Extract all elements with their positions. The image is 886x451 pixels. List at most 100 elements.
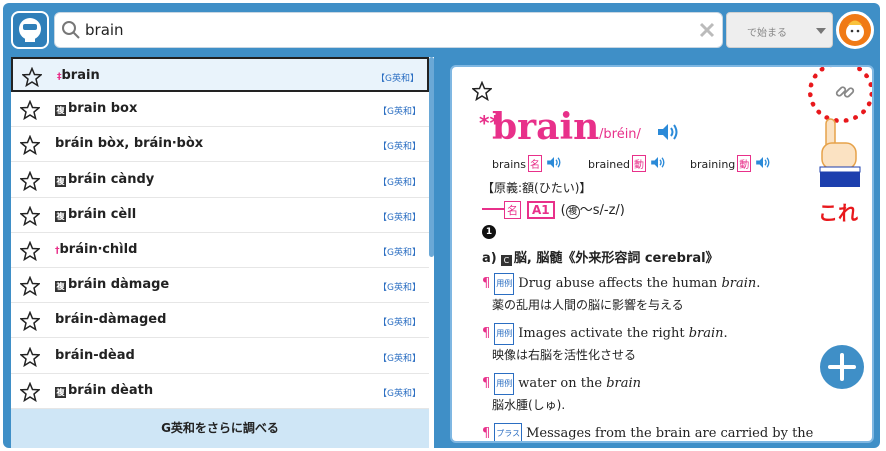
list-item-term: 複 bráin càndy <box>55 172 154 187</box>
list-item-term: ‡brain <box>57 68 100 83</box>
example-en-pre: Drug abuse affects the human <box>518 276 722 291</box>
plural-note: 〜s/-z/ <box>579 203 620 218</box>
dictionary-tag: 【G英和】 <box>378 283 421 294</box>
example-en-line: ¶ プラス Messages from the brain are carried … <box>482 423 813 441</box>
example-en-em: brain <box>721 276 757 291</box>
list-item[interactable]: bráin-dàmaged 【G英和】 <box>11 303 429 339</box>
speaker-icon[interactable] <box>545 155 563 173</box>
favorite-star-icon[interactable] <box>19 310 41 335</box>
term-text: bráin cèll <box>68 206 137 222</box>
pilcrow: ¶ <box>482 326 491 341</box>
compound-icon: 複 <box>55 105 66 117</box>
list-item[interactable]: 複 bráin dàmage 【G英和】 <box>11 268 429 304</box>
search-input[interactable] <box>85 18 685 42</box>
list-item-term: bráin bòx, bráin‧bòx <box>55 136 203 151</box>
example-en-post: . <box>723 326 728 341</box>
example-ja: 脳水腫(しゅ). <box>492 398 566 412</box>
example-en: Messages from the brain are carried by t… <box>526 426 813 441</box>
example-ja: 映像は右脳を活性化させる <box>492 348 637 362</box>
dictionary-tag: 【G英和】 <box>378 353 421 364</box>
compound-icon: 複 <box>55 210 66 222</box>
term-text: brain box <box>68 101 138 117</box>
app-frame: で始まる ‡brain【G英和】複brain box【G英和】bráin bòx… <box>3 3 880 448</box>
dictionary-tag: 【G英和】 <box>378 212 421 223</box>
favorite-star-icon[interactable] <box>19 170 41 195</box>
dictionary-tag: 【G英和】 <box>376 74 419 84</box>
favorite-star-icon[interactable] <box>19 381 41 406</box>
search-mode-label: で始まる <box>747 28 787 39</box>
pos-label: 名 <box>504 201 521 219</box>
list-item[interactable]: 複 bráin cèll 【G英和】 <box>11 198 429 233</box>
add-fab-button[interactable] <box>820 345 864 389</box>
list-item[interactable]: †bráin‧chìld 【G英和】 <box>11 233 429 268</box>
plural-paren-open: ( <box>560 203 566 218</box>
term-text: bráin-dàmaged <box>55 312 167 328</box>
sense-a-label: a) <box>482 251 497 266</box>
headword: brain <box>492 106 600 148</box>
list-item[interactable]: 複 brain box 【G英和】 <box>11 92 429 128</box>
dictionary-tag: 【G英和】 <box>378 248 421 258</box>
inflection-form: brains <box>492 158 527 171</box>
inflection-plural: brains 名 <box>492 155 563 173</box>
pilcrow: ¶ <box>482 376 491 391</box>
favorite-star-icon[interactable] <box>21 66 43 91</box>
list-item[interactable]: bráin bòx, bráin‧bòx 【G英和】 <box>11 127 429 163</box>
example-en-em: brain <box>688 326 724 341</box>
example-label: 用例 <box>494 373 515 395</box>
list-item-term: 複 bráin dàmage <box>55 277 169 293</box>
example-en-em: brain <box>606 376 642 391</box>
list-item[interactable]: bráin-dèad 【G英和】 <box>11 339 429 374</box>
search-box[interactable] <box>54 12 723 48</box>
list-item-term: †bráin‧chìld <box>55 242 137 257</box>
example: ¶ 用例 Images activate the right brain. 映像は右脳… <box>482 323 728 365</box>
annotation-label: これ <box>818 201 858 225</box>
favorite-star-icon[interactable] <box>471 80 493 105</box>
term-text: brain <box>61 68 100 83</box>
pronunciation: /bréin/ <box>599 127 641 142</box>
term-text: bráin bòx, bráin‧bòx <box>55 136 204 152</box>
etymology: 【原義:額(ひたい)】 <box>482 181 592 195</box>
clear-icon[interactable] <box>698 21 716 43</box>
plural-paren-close: ) <box>619 203 625 218</box>
term-text: bráin dèath <box>68 382 154 398</box>
app-logo-icon[interactable] <box>11 11 49 49</box>
list-item[interactable]: 複 bráin dèath 【G英和】 <box>11 374 429 409</box>
sense-number: 1 <box>482 225 496 239</box>
search-more-button[interactable]: G英和をさらに調べる <box>11 409 429 448</box>
list-item[interactable]: 複 bráin càndy 【G英和】 <box>11 163 429 198</box>
dictionary-tag: 【G英和】 <box>378 318 421 329</box>
favorite-star-icon[interactable] <box>19 205 41 230</box>
example-en: water on the brain <box>518 376 641 391</box>
speaker-icon[interactable] <box>656 121 680 147</box>
compound-icon: 複 <box>55 281 66 293</box>
dictionary-tag: 【G英和】 <box>378 142 421 153</box>
example-en-pre: Messages from the brain are carried by t… <box>526 426 814 441</box>
list-scrollbar[interactable] <box>429 57 434 257</box>
favorite-star-icon[interactable] <box>19 346 41 371</box>
example-en: Images activate the right brain. <box>518 326 727 341</box>
example-en-pre: Images activate the right <box>518 326 689 341</box>
example-en-line: ¶ 用例 Images activate the right brain. <box>482 323 728 345</box>
speaker-icon[interactable] <box>754 155 772 173</box>
entry-panel: ** brain /bréin/ brains 名 brained 動 braini… <box>450 65 874 443</box>
speaker-icon[interactable] <box>649 155 667 173</box>
example-label: プラス <box>494 423 523 441</box>
list-item[interactable]: ‡brain 【G英和】 <box>11 57 429 92</box>
search-mode-select[interactable]: で始まる <box>726 12 833 48</box>
list-item-term: bráin-dèad <box>55 348 135 363</box>
example-en-post: . <box>756 276 761 291</box>
example-en-pre: water on the <box>518 376 607 391</box>
list-item-term: 複 bráin dèath <box>55 383 153 398</box>
example-en-line: ¶ 用例 water on the brain <box>482 373 641 395</box>
list-item-term: bráin-dàmaged <box>55 312 166 327</box>
inflection-pos: 名 <box>528 155 543 172</box>
example-en: Drug abuse affects the human brain. <box>518 276 760 291</box>
favorite-star-icon[interactable] <box>19 275 41 300</box>
favorite-star-icon[interactable] <box>19 134 41 159</box>
term-text: bráin‧chìld <box>59 242 138 257</box>
dictionary-tag: 【G英和】 <box>378 177 421 188</box>
example: ¶ 用例 water on the brain 脳水腫(しゅ). <box>482 373 641 415</box>
avatar[interactable] <box>836 11 874 49</box>
favorite-star-icon[interactable] <box>19 99 41 124</box>
favorite-star-icon[interactable] <box>19 240 41 265</box>
